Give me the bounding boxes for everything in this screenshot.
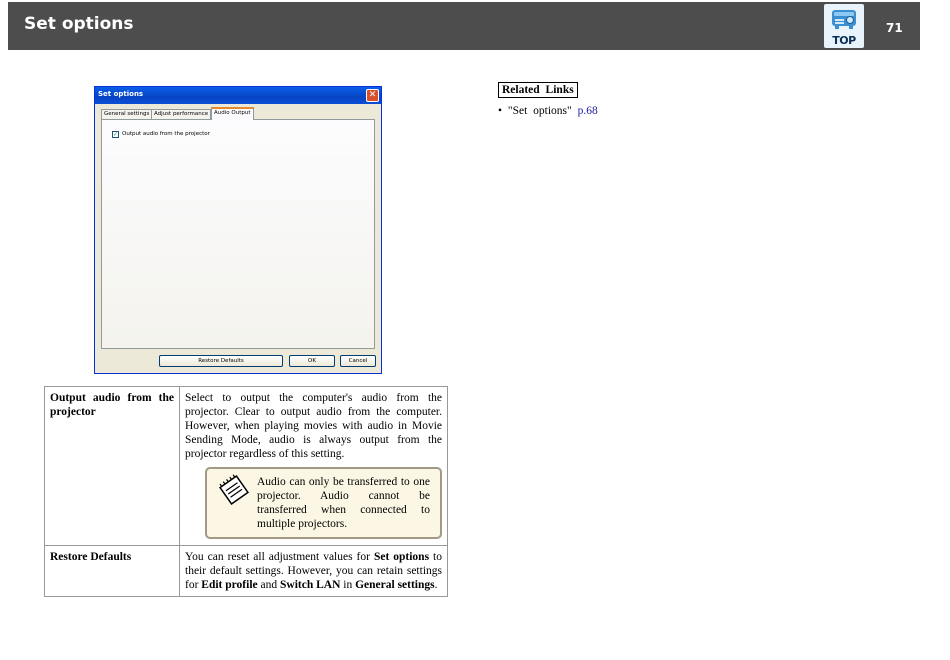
description-cell: Select to output the computer's audio fr… [179, 386, 448, 546]
desc-bold-edit-profile: Edit profile [201, 579, 258, 591]
description-table: Output audio from the projector Select t… [44, 386, 448, 597]
tab-audio-output[interactable]: Audio Output [211, 107, 254, 120]
top-label: TOP [832, 34, 856, 47]
page-number: 71 [886, 21, 903, 35]
term-cell: Restore Defaults [44, 545, 180, 597]
set-options-dialog: Set options ✕ General settings Adjust pe… [94, 86, 382, 374]
desc-text-part: in [340, 579, 356, 591]
cancel-button[interactable]: Cancel [340, 355, 376, 367]
table-row: Output audio from the projector Select t… [44, 386, 448, 546]
desc-text-part: You can reset all adjustment values for [185, 551, 374, 563]
note-text: Audio can only be transferred to one pro… [257, 476, 430, 530]
restore-defaults-button[interactable]: Restore Defaults [159, 355, 283, 367]
desc-bold-general-settings: General settings [355, 579, 435, 591]
close-icon[interactable]: ✕ [366, 89, 379, 102]
ok-button[interactable]: OK [289, 355, 335, 367]
page-title: Set options [24, 14, 134, 34]
related-link-item: • "Set options" p.68 [498, 105, 598, 117]
output-audio-checkbox[interactable]: ✓ [112, 131, 119, 138]
top-button[interactable]: TOP [824, 4, 864, 48]
tab-general-settings[interactable]: General settings [101, 109, 153, 119]
output-audio-checkbox-label: Output audio from the projector [122, 131, 210, 137]
desc-text-part: . [434, 579, 438, 591]
bullet: • [498, 105, 503, 117]
dialog-panel: ✓ Output audio from the projector [101, 119, 375, 349]
related-link-page[interactable]: p.68 [578, 105, 598, 117]
desc-bold-switch-lan: Switch LAN [280, 579, 341, 591]
related-link-text: "Set options" [507, 105, 572, 117]
desc-text-part: and [257, 579, 280, 591]
description-cell: You can reset all adjustment values for … [179, 545, 448, 597]
note-pad-icon [219, 474, 249, 505]
term-cell: Output audio from the projector [44, 386, 180, 546]
description-text: Select to output the computer's audio fr… [185, 392, 442, 460]
projector-top-icon [832, 10, 856, 29]
dialog-titlebar: Set options ✕ [95, 87, 381, 104]
note-box: Audio can only be transferred to one pro… [205, 467, 442, 539]
related-links-heading: Related Links [498, 82, 578, 98]
page-header: Set options TOP 71 [8, 2, 920, 50]
table-row: Restore Defaults You can reset all adjus… [44, 545, 448, 597]
desc-bold-set-options: Set options [373, 551, 430, 563]
dialog-title: Set options [98, 90, 144, 98]
tab-adjust-performance[interactable]: Adjust performance [151, 109, 212, 119]
